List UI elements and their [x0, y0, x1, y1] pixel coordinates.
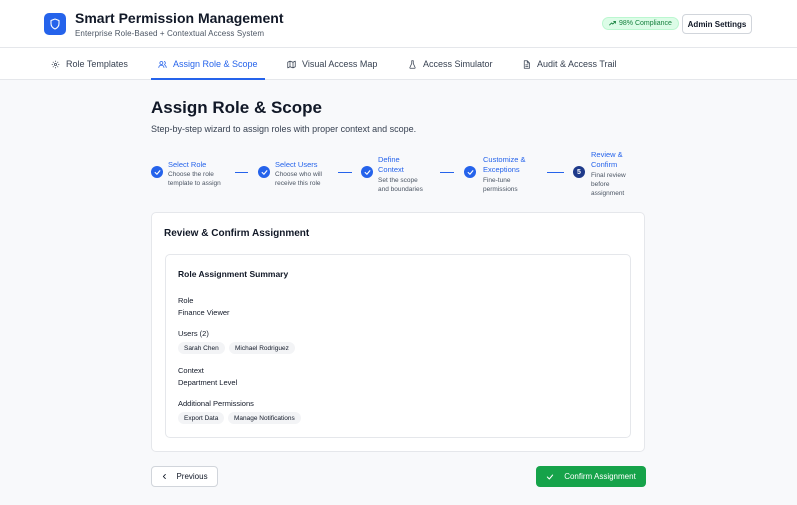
step-1-desc-line: template to assign	[168, 180, 221, 187]
tab-label: Access Simulator	[423, 59, 493, 69]
page-description: Step-by-step wizard to assign roles with…	[151, 124, 417, 134]
step-connector	[440, 172, 454, 173]
tab-label: Audit & Access Trail	[537, 59, 617, 69]
document-icon	[523, 59, 530, 69]
app-title: Smart Permission Management	[75, 10, 284, 26]
step-5-title-line[interactable]: Confirm	[591, 160, 617, 170]
permission-chip: Export Data	[178, 412, 225, 424]
confirm-label: Confirm Assignment	[564, 472, 636, 481]
step-5-desc-line: Final review	[591, 172, 626, 179]
flask-icon	[409, 59, 416, 69]
step-3-title-line[interactable]: Context	[378, 165, 404, 175]
step-connector	[547, 172, 564, 173]
map-icon	[287, 60, 296, 68]
main-nav: Role Templates Assign Role & Scope Visua…	[0, 48, 797, 80]
step-5-number: 5	[573, 166, 585, 178]
admin-settings-button[interactable]: Admin Settings	[682, 14, 752, 34]
summary-title: Role Assignment Summary	[178, 269, 289, 279]
previous-label: Previous	[176, 472, 208, 481]
check-icon	[547, 474, 554, 479]
permission-chip: Manage Notifications	[228, 412, 301, 424]
step-3-title-line[interactable]: Define	[378, 155, 400, 165]
step-2-desc-line: Choose who will	[275, 171, 322, 178]
step-3-desc-line: and boundaries	[378, 186, 423, 193]
step-5-desc-line: before	[591, 181, 610, 188]
step-connector	[338, 172, 352, 173]
previous-button[interactable]: Previous	[151, 466, 218, 487]
trend-up-icon	[609, 21, 616, 26]
confirm-assignment-button[interactable]: Confirm Assignment	[536, 466, 646, 487]
app-header: Smart Permission Management Enterprise R…	[0, 0, 797, 48]
step-2-check-icon	[258, 166, 270, 178]
gear-icon	[51, 60, 60, 68]
tab-label: Assign Role & Scope	[173, 59, 258, 69]
step-3-desc-line: Set the scope	[378, 177, 418, 184]
role-value: Finance Viewer	[178, 308, 230, 317]
role-label: Role	[178, 296, 194, 305]
page-title: Assign Role & Scope	[151, 98, 322, 117]
step-3-check-icon	[361, 166, 373, 178]
tab-access-simulator[interactable]: Access Simulator	[408, 48, 493, 80]
tab-role-templates[interactable]: Role Templates	[51, 48, 128, 80]
step-1-check-icon	[151, 166, 163, 178]
users-icon	[158, 60, 167, 68]
permissions-label: Additional Permissions	[178, 399, 254, 408]
step-5-desc-line: assignment	[591, 190, 625, 197]
step-4-check-icon	[464, 166, 476, 178]
app-subtitle: Enterprise Role-Based + Contextual Acces…	[75, 29, 265, 38]
review-card-title: Review & Confirm Assignment	[164, 228, 310, 239]
shield-logo-icon	[44, 13, 66, 35]
step-connector	[235, 172, 248, 173]
tab-visual-access-map[interactable]: Visual Access Map	[287, 48, 377, 80]
step-1-title[interactable]: Select Role	[168, 160, 206, 170]
step-5-title-line[interactable]: Review &	[591, 150, 623, 160]
chevron-left-icon	[163, 474, 167, 479]
compliance-text: 98% Compliance	[619, 20, 672, 27]
user-chip: Sarah Chen	[178, 342, 225, 354]
user-chip: Michael Rodriguez	[229, 342, 295, 354]
step-4-desc-line: Fine-tune	[483, 177, 511, 184]
context-label: Context	[178, 366, 204, 375]
step-4-title-line[interactable]: Exceptions	[483, 165, 520, 175]
tab-label: Role Templates	[66, 59, 128, 69]
step-2-desc-line: receive this role	[275, 180, 321, 187]
step-4-title-line[interactable]: Customize &	[483, 155, 526, 165]
step-4-desc-line: permissions	[483, 186, 518, 193]
tab-assign-role-scope[interactable]: Assign Role & Scope	[151, 48, 265, 80]
users-label: Users (2)	[178, 329, 209, 338]
step-2-title[interactable]: Select Users	[275, 160, 318, 170]
context-value: Department Level	[178, 378, 238, 387]
tab-label: Visual Access Map	[302, 59, 378, 69]
compliance-badge: 98% Compliance	[602, 17, 679, 30]
tab-audit-access-trail[interactable]: Audit & Access Trail	[522, 48, 617, 80]
step-1-desc-line: Choose the role	[168, 171, 214, 178]
